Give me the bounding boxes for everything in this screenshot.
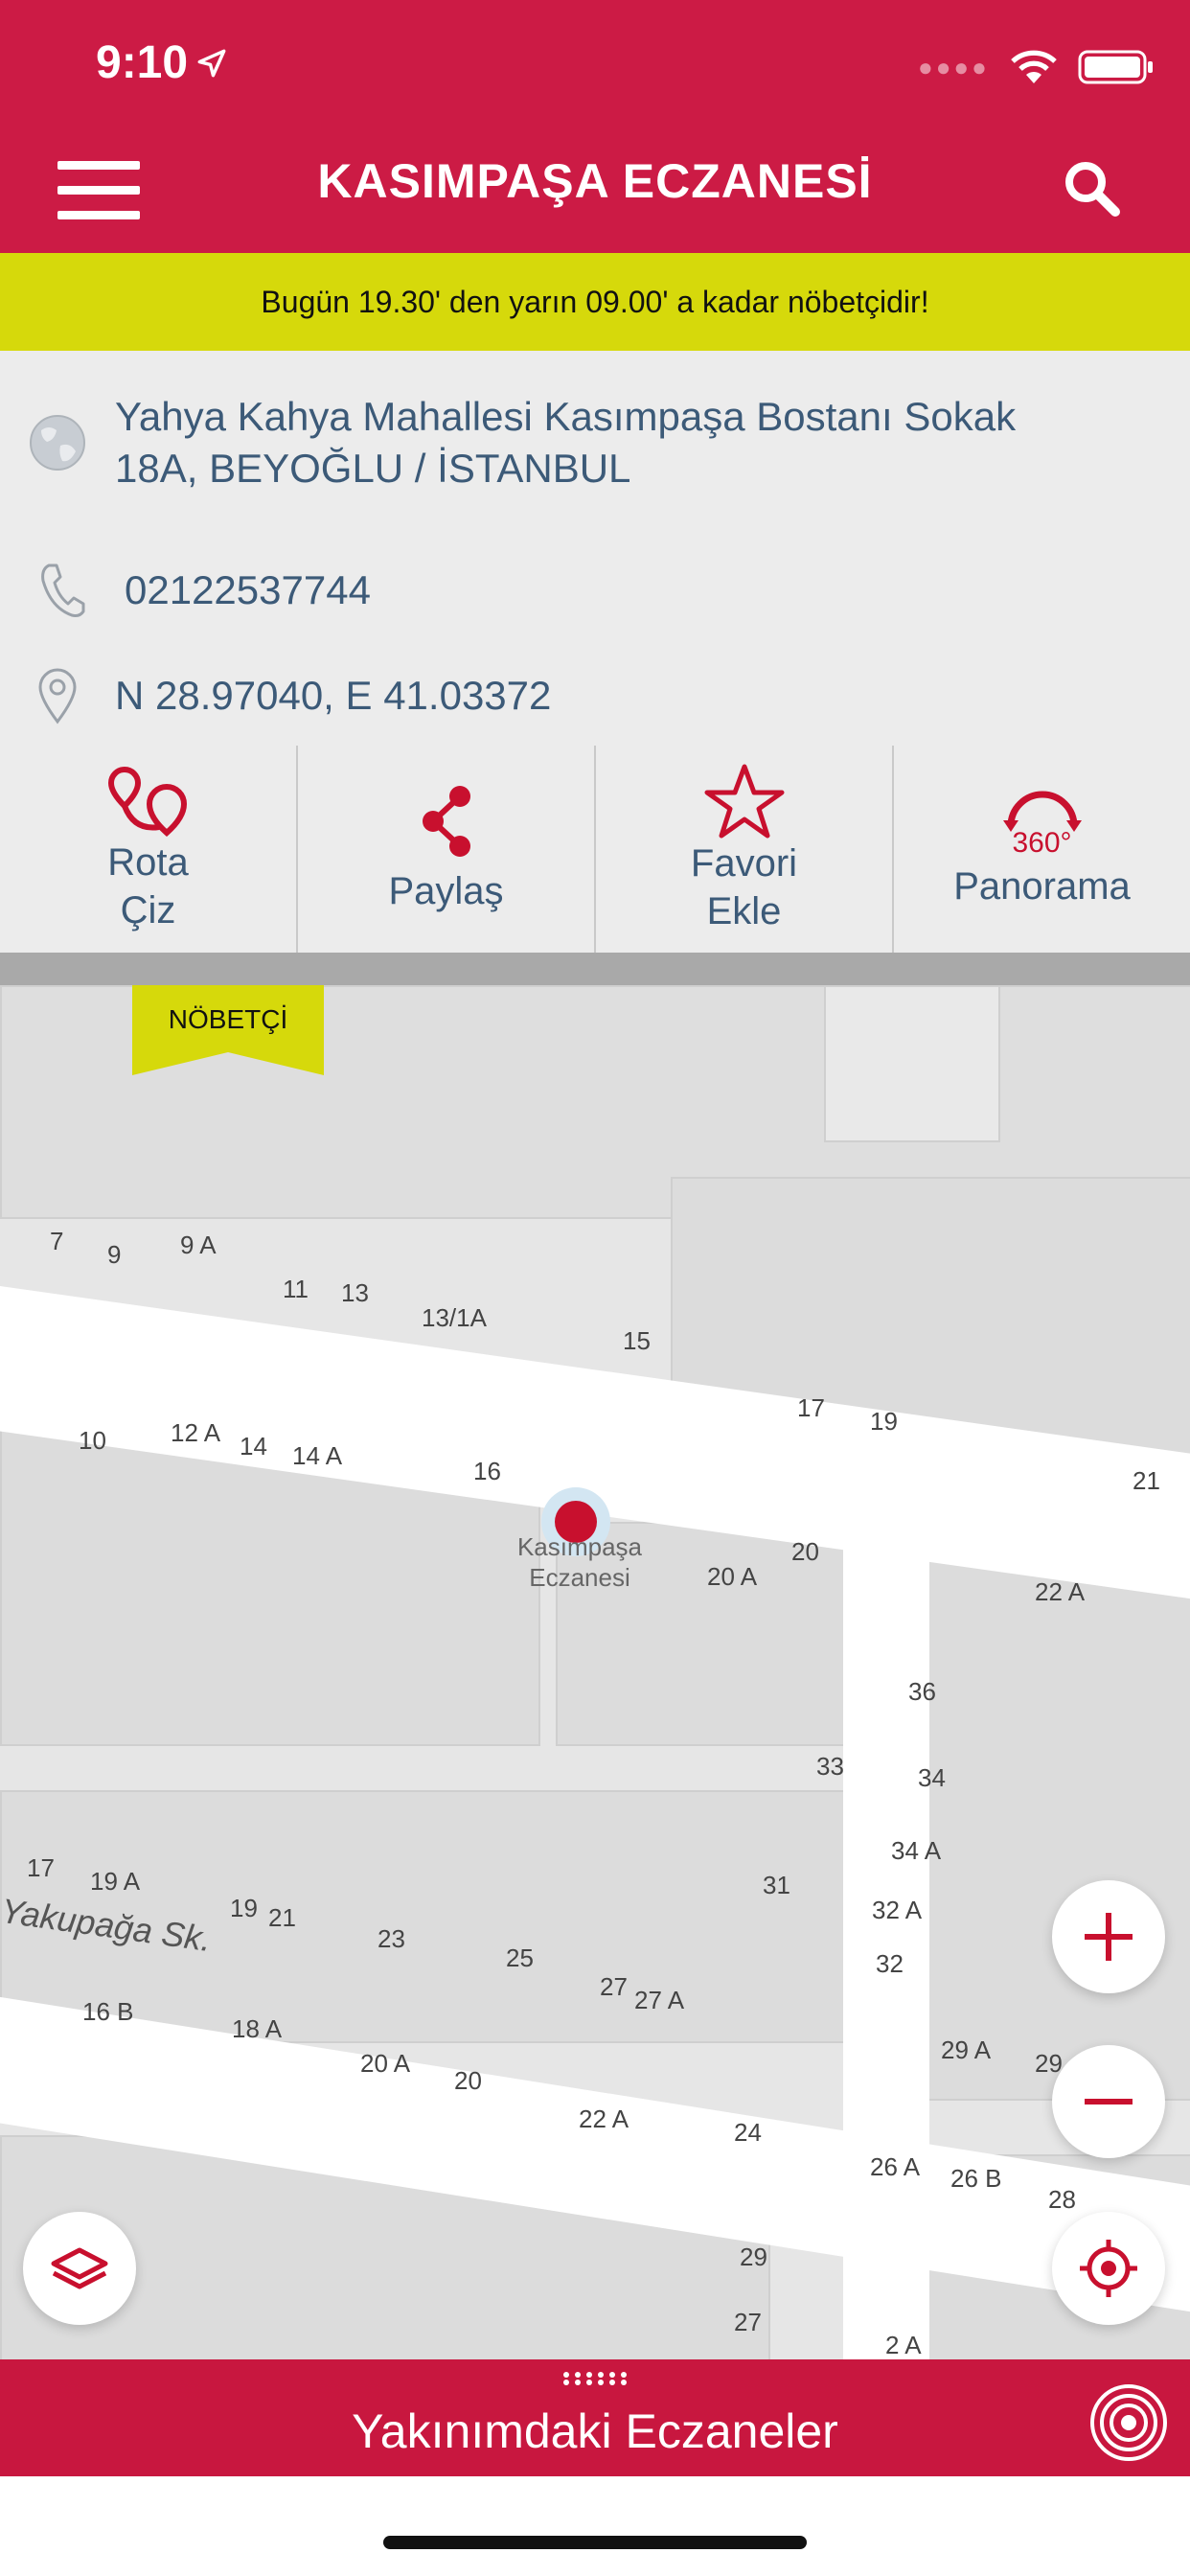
address-line-2: 18A, BEYOĞLU / İSTANBUL	[115, 446, 631, 491]
drag-handle[interactable]	[561, 2371, 629, 2386]
location-pin-icon	[38, 668, 77, 724]
layers-button[interactable]	[23, 2212, 136, 2325]
signal-icon: ●●●●	[918, 52, 990, 81]
home-indicator[interactable]	[383, 2536, 807, 2549]
favorite-label-2: Ekle	[706, 890, 782, 932]
favorite-button[interactable]: Favori Ekle	[596, 746, 894, 953]
panorama-button[interactable]: 360° Panorama	[894, 746, 1190, 953]
address-row: Yahya Kahya Mahallesi Kasımpaşa Bostanı …	[0, 351, 1190, 537]
grip-icon	[563, 2372, 627, 2385]
minus-icon	[1085, 2099, 1133, 2104]
marker-label-1: Kasımpaşa	[516, 1532, 643, 1561]
share-label: Paylaş	[388, 870, 504, 912]
marker-label-2: Eczanesi	[529, 1563, 630, 1592]
map-divider	[0, 953, 1190, 985]
marker-label: Kasımpaşa Eczanesi	[498, 1531, 661, 1593]
share-button[interactable]: Paylaş	[298, 746, 596, 953]
crosshair-icon	[1080, 2240, 1137, 2297]
status-time: 9:10	[96, 37, 189, 88]
panorama-badge: 360°	[1012, 827, 1072, 859]
star-icon	[704, 764, 784, 839]
nearby-pharmacies-bar[interactable]: Yakınımdaki Eczaneler	[0, 2359, 1190, 2476]
favorite-label-1: Favori	[690, 842, 798, 885]
phone-icon	[41, 564, 85, 617]
battery-icon	[1078, 50, 1153, 84]
coordinates-text: N 28.97040, E 41.03372	[115, 673, 552, 718]
location-arrow-icon	[197, 49, 226, 77]
status-icons: ●●●●	[918, 48, 1155, 86]
phone-number[interactable]: 02122537744	[125, 567, 371, 613]
duty-tag: NÖBETÇİ	[132, 985, 324, 1085]
plus-icon	[1085, 1913, 1133, 1961]
route-button[interactable]: Rota Çiz	[0, 746, 298, 953]
action-bar: Rota Çiz Paylaş Favori Ekle 360° Panoram…	[0, 746, 1190, 953]
phone-row[interactable]: 02122537744	[0, 535, 1190, 648]
page-title: KASIMPAŞA ECZANESİ	[317, 154, 873, 208]
search-icon[interactable]	[1062, 158, 1121, 218]
duty-banner: Bugün 19.30' den yarın 09.00' a kadar nö…	[0, 253, 1190, 351]
panorama-label: Panorama	[953, 865, 1131, 908]
locate-me-button[interactable]	[1052, 2212, 1165, 2325]
duty-tag-label: NÖBETÇİ	[168, 1004, 288, 1034]
status-bar: 9:10	[96, 36, 228, 89]
zoom-out-button[interactable]	[1052, 2045, 1165, 2158]
nearby-label: Yakınımdaki Eczaneler	[352, 2404, 838, 2458]
route-icon	[107, 766, 187, 838]
globe-icon	[30, 415, 85, 471]
zoom-in-button[interactable]	[1052, 1880, 1165, 1993]
share-icon	[422, 786, 470, 857]
address-line-1: Yahya Kahya Mahallesi Kasımpaşa Bostanı …	[115, 394, 1017, 439]
route-label-1: Rota	[107, 841, 189, 884]
map-view[interactable]: 7 9 9 A 11 13 13/1A 15 17 19 21 10 12 A …	[0, 985, 1190, 2359]
route-label-2: Çiz	[120, 889, 176, 932]
wifi-icon	[1011, 50, 1057, 83]
radar-icon[interactable]	[1088, 2382, 1169, 2463]
coordinates-row: N 28.97040, E 41.03372	[0, 646, 1190, 748]
layers-icon	[51, 2247, 108, 2289]
